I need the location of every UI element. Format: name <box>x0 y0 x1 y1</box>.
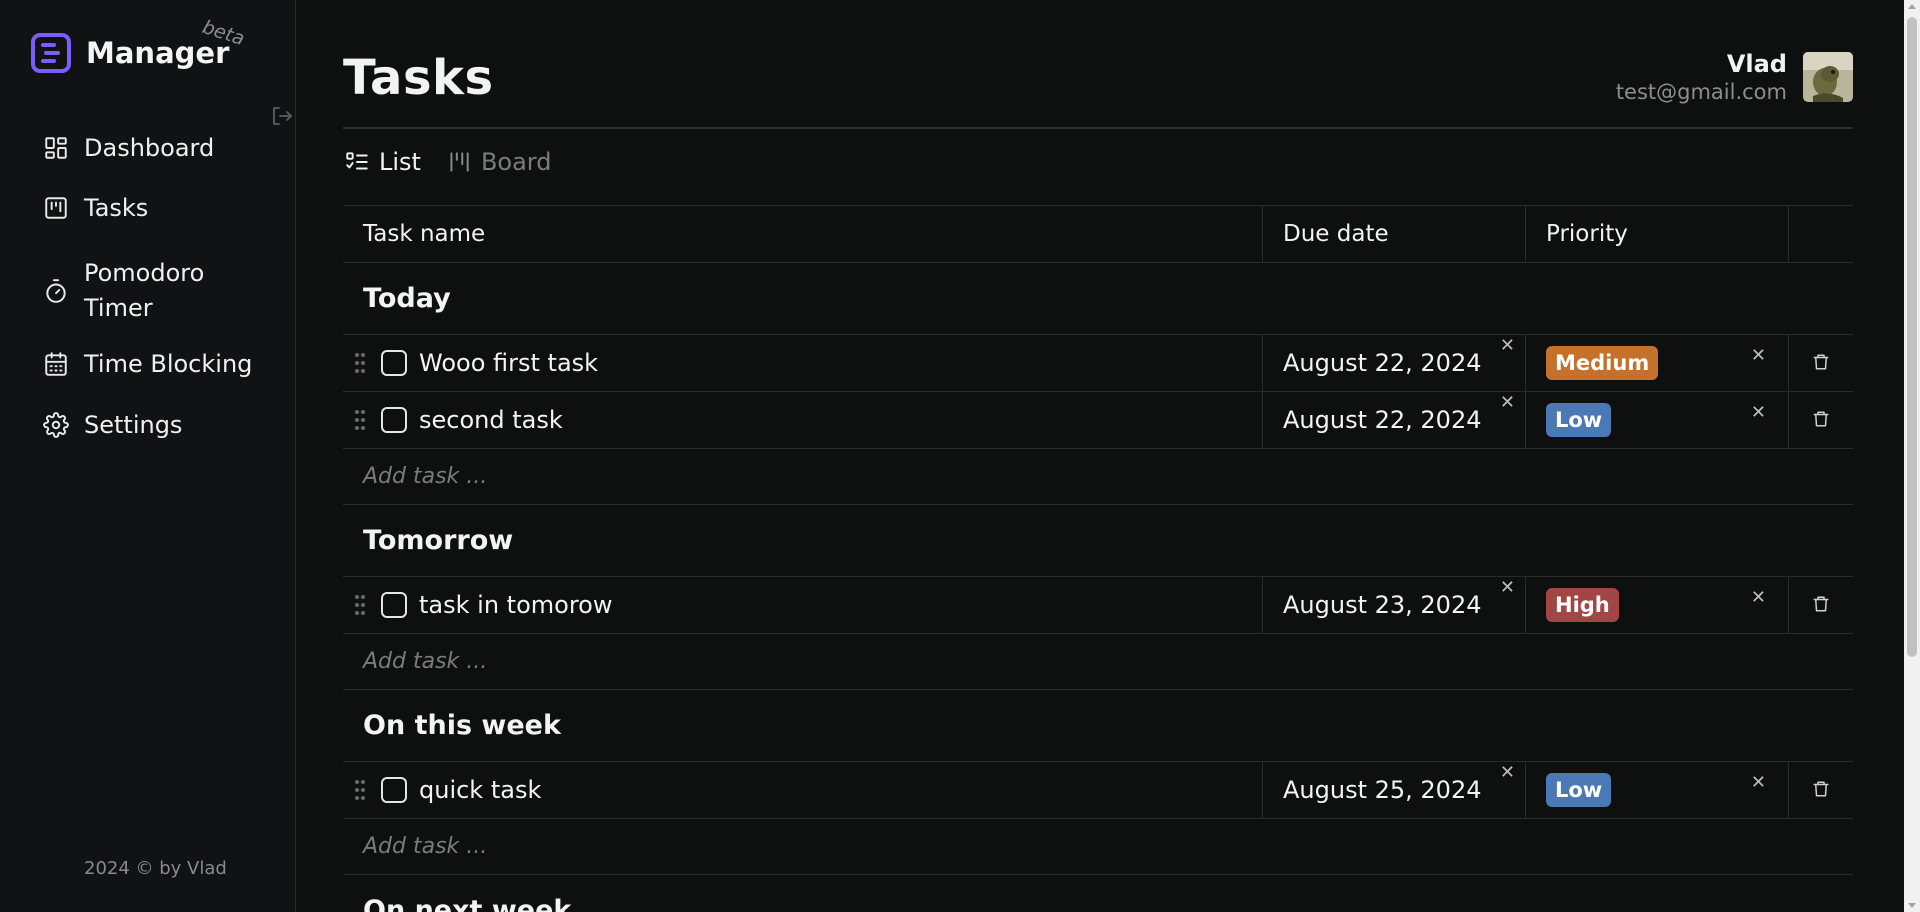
due-date-value[interactable]: August 22, 2024 <box>1283 349 1482 377</box>
page-title: Tasks <box>343 50 494 106</box>
trash-icon[interactable] <box>1812 406 1830 434</box>
list-check-icon <box>343 148 371 176</box>
task-name[interactable]: task in tomorow <box>419 591 612 619</box>
priority-badge[interactable]: Low <box>1546 403 1612 437</box>
sidebar-item-pomodoro-timer[interactable]: Pomodoro Timer <box>42 256 234 326</box>
board-columns-icon <box>445 148 473 176</box>
clear-priority-icon[interactable]: ✕ <box>1751 347 1766 365</box>
due-date-value[interactable]: August 23, 2024 <box>1283 591 1482 619</box>
sidebar-item-label: Pomodoro Timer <box>84 259 205 322</box>
task-name[interactable]: second task <box>419 406 563 434</box>
tab-label: List <box>379 148 421 176</box>
group-title-today: Today <box>343 263 1853 335</box>
tab-list[interactable]: List <box>343 148 421 176</box>
column-header-due-date: Due date <box>1262 206 1525 262</box>
priority-badge[interactable]: Low <box>1546 773 1612 807</box>
sidebar-item-settings[interactable]: Settings <box>42 411 182 439</box>
column-header-priority: Priority <box>1525 206 1788 262</box>
add-task-input[interactable]: Add task ... <box>343 819 1853 875</box>
drag-handle-icon[interactable] <box>353 778 367 802</box>
clear-date-icon[interactable]: ✕ <box>1500 394 1515 412</box>
column-header-actions <box>1788 206 1853 262</box>
group-title-tomorrow: Tomorrow <box>343 505 1853 577</box>
task-name[interactable]: quick task <box>419 776 541 804</box>
collapse-sidebar-button[interactable] <box>270 104 294 128</box>
sidebar-item-label: Settings <box>84 411 183 439</box>
group-title-next-week: On next week <box>343 875 1853 912</box>
add-task-input[interactable]: Add task ... <box>343 449 1853 505</box>
logout-arrow-icon <box>273 107 292 125</box>
table-row[interactable]: task in tomorow August 23, 2024 ✕ High ✕ <box>343 577 1853 634</box>
sidebar-item-label: Dashboard <box>84 134 215 162</box>
trash-icon[interactable] <box>1812 591 1830 619</box>
table-row[interactable]: quick task August 25, 2024 ✕ Low ✕ <box>343 762 1853 819</box>
sidebar-item-time-blocking[interactable]: Time Blocking <box>42 350 252 378</box>
task-checkbox[interactable] <box>381 407 407 433</box>
scrollbar-thumb[interactable] <box>1907 17 1917 657</box>
avatar[interactable] <box>1803 52 1853 102</box>
task-name[interactable]: Wooo first task <box>419 349 598 377</box>
gear-icon <box>42 411 70 439</box>
dashboard-icon <box>42 134 70 162</box>
sidebar-item-dashboard[interactable]: Dashboard <box>42 134 214 162</box>
user-name: Vlad <box>1726 50 1787 78</box>
page-scrollbar[interactable] <box>1904 0 1920 912</box>
drag-handle-icon[interactable] <box>353 593 367 617</box>
sidebar-item-tasks[interactable]: Tasks <box>42 194 148 222</box>
drag-handle-icon[interactable] <box>353 408 367 432</box>
add-task-input[interactable]: Add task ... <box>343 634 1853 690</box>
drag-handle-icon[interactable] <box>353 351 367 375</box>
calendar-icon <box>42 350 70 378</box>
user-profile[interactable]: Vlad test@gmail.com <box>1616 50 1853 104</box>
clear-priority-icon[interactable]: ✕ <box>1751 774 1766 792</box>
group-title-this-week: On this week <box>343 690 1853 762</box>
clear-priority-icon[interactable]: ✕ <box>1751 404 1766 422</box>
scroll-up-arrow-icon[interactable] <box>1908 4 1916 9</box>
header-divider <box>343 127 1853 129</box>
trash-icon[interactable] <box>1812 349 1830 377</box>
app-name: Manager <box>86 36 230 70</box>
logo[interactable]: Manager beta <box>30 16 247 74</box>
table-header: Task name Due date Priority <box>343 206 1853 263</box>
tab-label: Board <box>480 148 552 176</box>
column-header-task-name: Task name <box>363 221 486 247</box>
clear-date-icon[interactable]: ✕ <box>1500 337 1515 355</box>
sidebar-item-label: Time Blocking <box>84 350 253 378</box>
view-tabs: List Board <box>343 148 576 176</box>
task-checkbox[interactable] <box>381 777 407 803</box>
priority-badge[interactable]: High <box>1546 588 1619 622</box>
scroll-down-arrow-icon[interactable] <box>1908 903 1916 908</box>
avatar-image <box>1803 52 1853 102</box>
clear-date-icon[interactable]: ✕ <box>1500 764 1515 782</box>
timer-icon <box>42 277 70 305</box>
table-row[interactable]: Wooo first task August 22, 2024 ✕ Medium… <box>343 335 1853 392</box>
clear-priority-icon[interactable]: ✕ <box>1751 589 1766 607</box>
sidebar: Manager beta Dashboard Tasks Pomodoro Ti… <box>0 0 296 912</box>
due-date-value[interactable]: August 25, 2024 <box>1283 776 1482 804</box>
tab-board[interactable]: Board <box>445 148 552 176</box>
due-date-value[interactable]: August 22, 2024 <box>1283 406 1482 434</box>
trash-icon[interactable] <box>1812 776 1830 804</box>
sidebar-item-label: Tasks <box>84 194 149 222</box>
priority-badge[interactable]: Medium <box>1546 346 1659 380</box>
copyright-footer: 2024 © by Vlad <box>84 858 227 879</box>
task-table: Task name Due date Priority Today Wooo f… <box>343 205 1853 912</box>
user-email: test@gmail.com <box>1615 80 1787 104</box>
task-checkbox[interactable] <box>381 350 407 376</box>
kanban-icon <box>42 194 70 222</box>
task-checkbox[interactable] <box>381 592 407 618</box>
user-info: Vlad test@gmail.com <box>1616 50 1787 104</box>
logo-icon <box>31 33 71 73</box>
table-row[interactable]: second task August 22, 2024 ✕ Low ✕ <box>343 392 1853 449</box>
clear-date-icon[interactable]: ✕ <box>1500 579 1515 597</box>
